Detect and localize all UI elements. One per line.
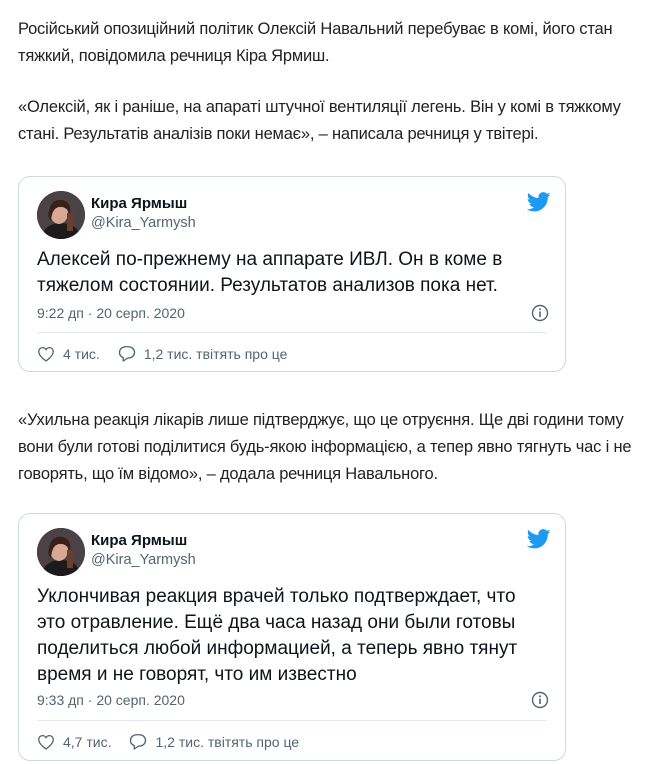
tweet-actions: 4,7 тис. 1,2 тис. твітять про це	[37, 733, 317, 750]
like-action[interactable]: 4,7 тис.	[37, 734, 111, 750]
reply-bubble-icon	[118, 346, 135, 362]
tweet-text: Алексей по-прежнему на аппарате ИВЛ. Он …	[37, 249, 503, 296]
like-count: 4,7 тис.	[63, 733, 112, 750]
twitter-bird-icon[interactable]	[527, 528, 551, 550]
like-action[interactable]: 4 тис.	[37, 346, 100, 362]
reply-count: 1,2 тис. твітять про це	[143, 345, 288, 362]
tweet-actions: 4 тис. 1,2 тис. твітять про це	[37, 345, 305, 362]
article-paragraph-2: «Олексій, як і раніше, на апараті штучно…	[18, 98, 621, 143]
article-paragraph-3: «Ухильна реакція лікарів лише підтверджу…	[18, 411, 632, 483]
tweet-timestamp[interactable]: 9:22 дп · 20 серп. 2020	[37, 305, 185, 321]
heart-icon	[38, 734, 54, 750]
info-icon[interactable]	[531, 304, 549, 322]
reply-action[interactable]: 1,2 тис. твітять про це	[118, 345, 288, 362]
like-count: 4 тис.	[63, 345, 100, 362]
reply-bubble-icon	[130, 734, 147, 750]
tweet-author-handle[interactable]: @Kira_Yarmysh	[91, 215, 196, 231]
avatar[interactable]	[37, 528, 85, 576]
heart-icon	[38, 346, 54, 362]
tweet-author-name[interactable]: Кира Ярмыш	[91, 532, 187, 549]
tweet-text: Уклончивая реакция врачей только подтвер…	[37, 586, 518, 685]
reply-action[interactable]: 1,2 тис. твітять про це	[129, 733, 299, 750]
tweet-author-name[interactable]: Кира Ярмыш	[91, 195, 187, 212]
article-paragraph-1: Російський опозиційний політик Олексій Н…	[18, 20, 613, 65]
info-icon[interactable]	[531, 691, 549, 709]
divider	[37, 720, 547, 721]
tweet-author-handle[interactable]: @Kira_Yarmysh	[91, 552, 196, 568]
tweet-timestamp[interactable]: 9:33 дп · 20 серп. 2020	[37, 692, 185, 708]
embedded-tweet-2[interactable]: Кира Ярмыш @Kira_Yarmysh Уклончивая реак…	[18, 513, 566, 761]
divider	[37, 332, 547, 333]
reply-count: 1,2 тис. твітять про це	[155, 733, 300, 750]
twitter-bird-icon[interactable]	[527, 191, 551, 213]
embedded-tweet-1[interactable]: Кира Ярмыш @Kira_Yarmysh Алексей по-преж…	[18, 176, 566, 372]
avatar[interactable]	[37, 191, 85, 239]
